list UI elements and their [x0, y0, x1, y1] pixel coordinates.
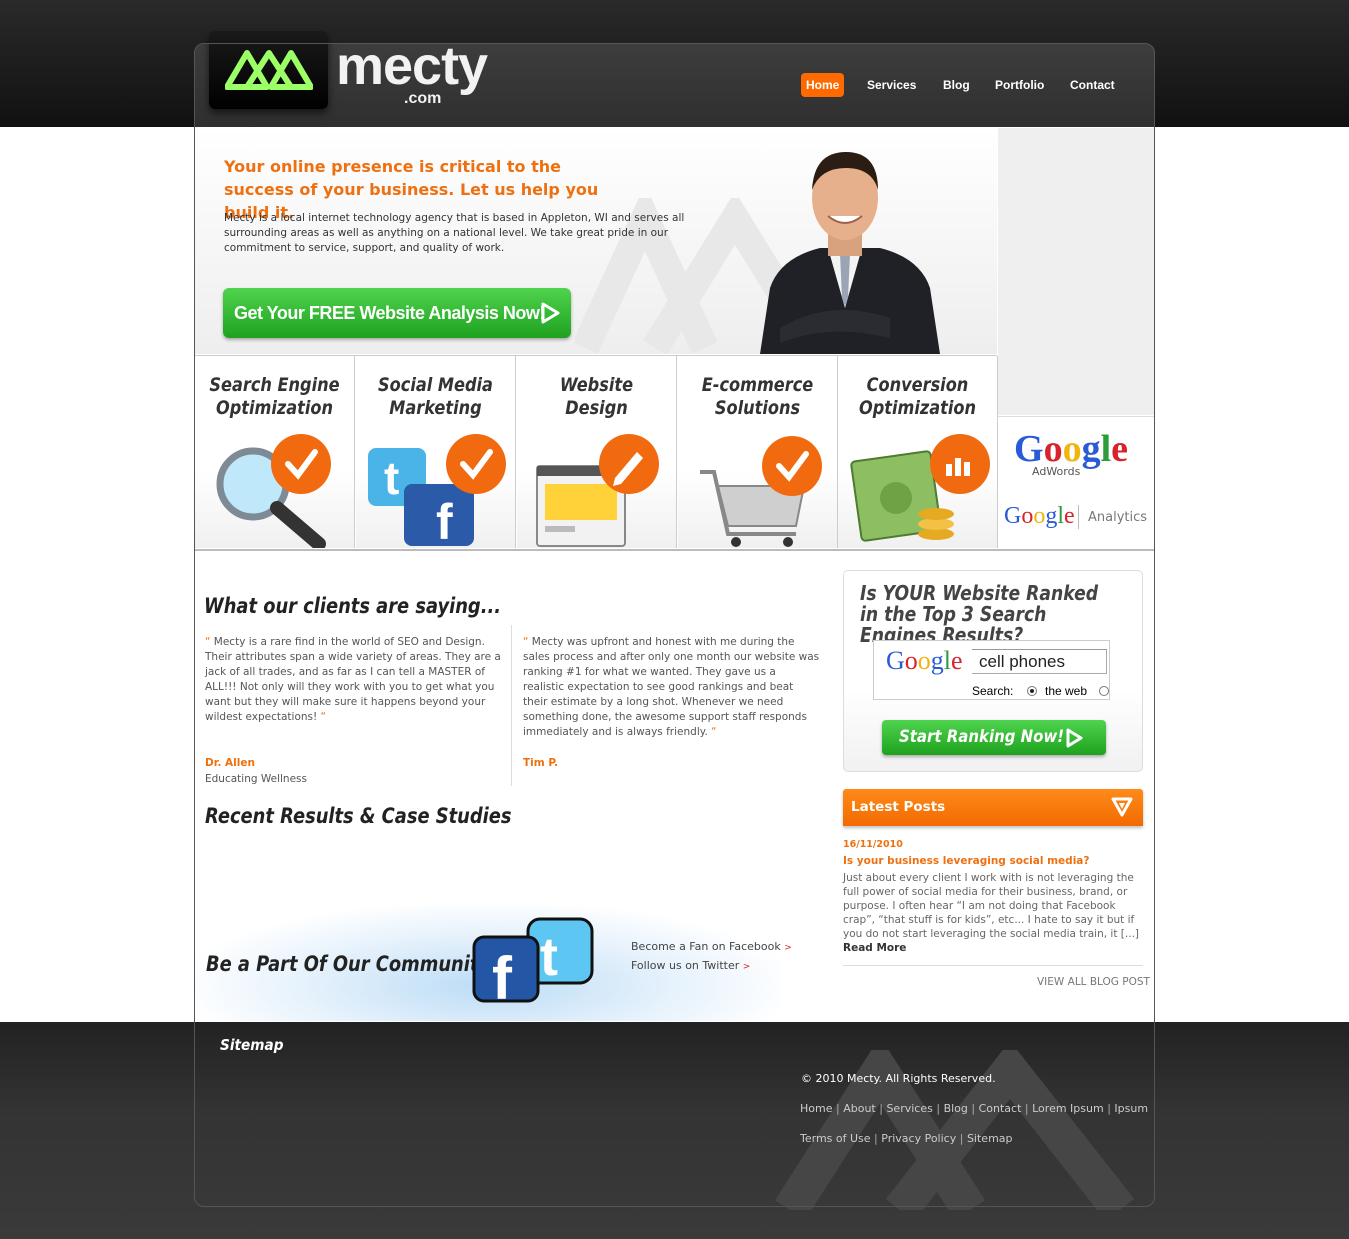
page-frame — [194, 43, 1155, 1207]
